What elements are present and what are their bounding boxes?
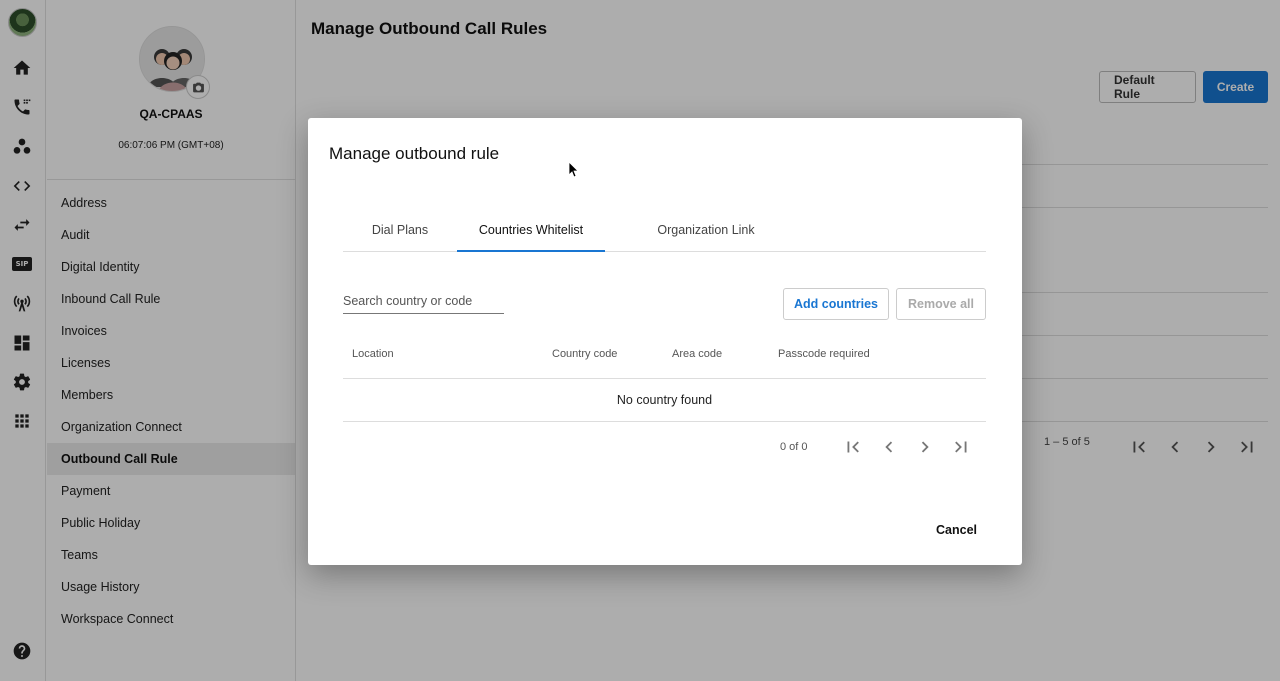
next-page-icon[interactable] — [914, 436, 936, 458]
column-area-code[interactable]: Area code — [672, 348, 722, 360]
dialog-title: Manage outbound rule — [329, 144, 500, 163]
first-page-icon[interactable] — [842, 436, 864, 458]
prev-page-icon[interactable] — [878, 436, 900, 458]
mouse-cursor-icon — [569, 162, 579, 178]
add-countries-button[interactable]: Add countries — [783, 288, 889, 320]
tab-organization-link[interactable]: Organization Link — [633, 214, 779, 252]
last-page-icon[interactable] — [950, 436, 972, 458]
table-header: Location Country code Area code Passcode… — [343, 333, 986, 379]
pager-range: 0 of 0 — [780, 441, 808, 453]
remove-all-button[interactable]: Remove all — [896, 288, 986, 320]
cancel-button[interactable]: Cancel — [936, 523, 977, 537]
column-passcode-required[interactable]: Passcode required — [778, 348, 870, 360]
column-country-code[interactable]: Country code — [552, 348, 617, 360]
tab-countries-whitelist[interactable]: Countries Whitelist — [457, 214, 605, 252]
tab-dial-plans[interactable]: Dial Plans — [343, 214, 457, 252]
paginator — [842, 436, 972, 458]
dialog-tabs: Dial Plans Countries Whitelist Organizat… — [343, 214, 986, 252]
manage-outbound-rule-dialog: Manage outbound rule Dial Plans Countrie… — [308, 118, 1022, 565]
column-location[interactable]: Location — [352, 348, 394, 360]
empty-state: No country found — [343, 380, 986, 422]
search-country-input[interactable]: Search country or code — [343, 288, 504, 314]
